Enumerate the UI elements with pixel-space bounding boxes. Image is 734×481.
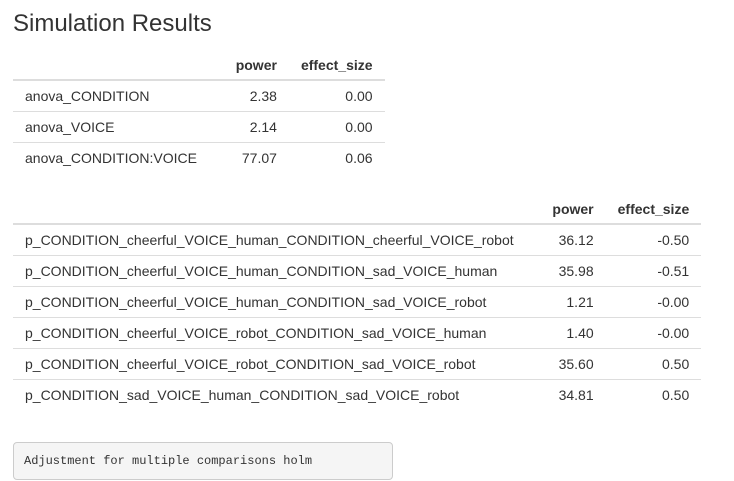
power-cell: 35.60 <box>525 347 606 379</box>
power-cell: 35.98 <box>525 254 606 286</box>
effect-size-cell: 0.06 <box>288 141 385 173</box>
comparison-cell: p_CONDITION_cheerful_VOICE_robot_CONDITI… <box>13 347 526 379</box>
effect-size-cell: -0.00 <box>605 316 702 348</box>
term-cell: anova_VOICE <box>13 110 209 142</box>
effect-size-cell: 0.00 <box>345 87 373 104</box>
column-header-term <box>13 50 209 81</box>
column-header-effect-size: effect_size <box>288 50 385 81</box>
table-row: p_CONDITION_cheerful_VOICE_human_CONDITI… <box>13 254 702 286</box>
effect-size-cell: 0.50 <box>605 347 702 379</box>
column-header-effect-size: effect_size <box>605 194 702 225</box>
effect-size-cell: 0.50 <box>605 378 702 410</box>
column-header-power: power <box>208 50 289 81</box>
term-cell: anova_CONDITION:VOICE <box>13 141 209 173</box>
effect-size-cell: -0.50 <box>657 231 690 248</box>
column-header-power: power <box>525 194 606 225</box>
power-cell: 2.38 <box>249 87 277 104</box>
table-row: p_CONDITION_cheerful_VOICE_robot_CONDITI… <box>13 347 702 379</box>
power-cell: 2.14 <box>208 110 289 142</box>
comparison-cell: p_CONDITION_cheerful_VOICE_human_CONDITI… <box>13 285 526 317</box>
table-row: p_CONDITION_sad_VOICE_human_CONDITION_sa… <box>13 378 702 410</box>
table-header-row: power effect_size <box>13 50 385 81</box>
anova-results-table: power effect_size anova_CONDITION 2.38 0… <box>13 50 385 173</box>
power-cell: 36.12 <box>558 231 594 248</box>
table-row: anova_VOICE 2.14 0.00 <box>13 110 385 142</box>
effect-size-cell: 0.00 <box>288 110 385 142</box>
power-cell: 1.21 <box>525 285 606 317</box>
comparison-cell: p_CONDITION_sad_VOICE_human_CONDITION_sa… <box>13 378 526 410</box>
page-title: Simulation Results <box>13 10 212 37</box>
power-cell: 34.81 <box>525 378 606 410</box>
table-header-row: power effect_size <box>13 194 702 225</box>
comparison-cell: p_CONDITION_cheerful_VOICE_robot_CONDITI… <box>13 316 526 348</box>
power-cell: 1.40 <box>525 316 606 348</box>
adjustment-note: Adjustment for multiple comparisons holm <box>13 442 393 480</box>
table-row: p_CONDITION_cheerful_VOICE_human_CONDITI… <box>13 224 701 255</box>
comparison-cell: p_CONDITION_cheerful_VOICE_human_CONDITI… <box>25 231 514 248</box>
effect-size-cell: -0.51 <box>605 254 702 286</box>
comparison-cell: p_CONDITION_cheerful_VOICE_human_CONDITI… <box>13 254 526 286</box>
table-row: p_CONDITION_cheerful_VOICE_human_CONDITI… <box>13 285 702 317</box>
pairwise-results-table: power effect_size p_CONDITION_cheerful_V… <box>13 194 702 410</box>
table-row: anova_CONDITION 2.38 0.00 <box>13 80 385 111</box>
column-header-comparison <box>13 194 526 225</box>
table-row: anova_CONDITION:VOICE 77.07 0.06 <box>13 141 385 173</box>
term-cell: anova_CONDITION <box>25 87 150 104</box>
table-row: p_CONDITION_cheerful_VOICE_robot_CONDITI… <box>13 316 702 348</box>
power-cell: 77.07 <box>208 141 289 173</box>
effect-size-cell: -0.00 <box>605 285 702 317</box>
